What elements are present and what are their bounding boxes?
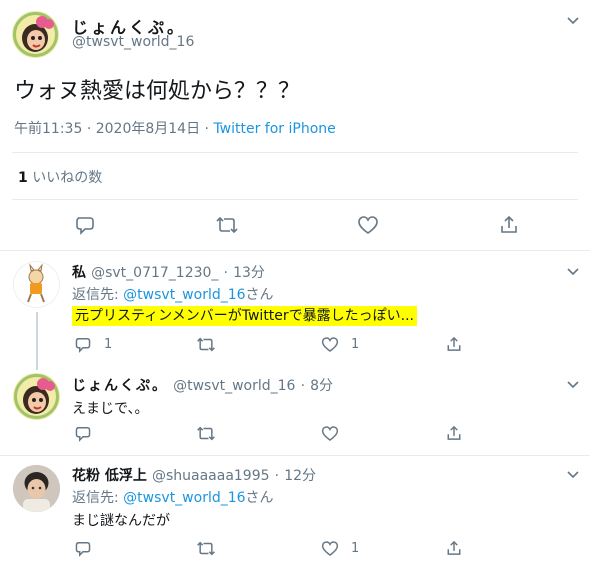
- share-icon[interactable]: [445, 539, 463, 557]
- replying-to-label: 返信先:: [72, 490, 119, 506]
- replying-to: 返信先: @twsvt_world_16さん: [72, 284, 274, 304]
- share-icon[interactable]: [498, 214, 520, 235]
- reply-text: えまじで、。: [72, 401, 149, 417]
- likes-stat[interactable]: 1 いいねの数: [18, 167, 102, 187]
- highlighted-text: 元プリスティンメンバーがTwitterで暴露したっぽい...: [72, 306, 418, 326]
- reply-text: まじ謎なんだが: [72, 513, 170, 529]
- divider: [0, 455, 590, 456]
- reply-time[interactable]: 12分: [284, 468, 316, 484]
- avatar-image: [12, 11, 59, 58]
- replying-to-handle[interactable]: @twsvt_world_16: [123, 490, 245, 506]
- chevron-down-icon[interactable]: [566, 264, 580, 278]
- retweet-icon[interactable]: [196, 336, 216, 353]
- user-handle[interactable]: @svt_0717_1230_: [91, 265, 218, 281]
- divider: [12, 199, 578, 200]
- divider: [0, 250, 590, 251]
- tweet-time[interactable]: 午前11:35: [14, 121, 82, 137]
- meta-separator: ·: [223, 265, 228, 281]
- reply-time[interactable]: 13分: [233, 265, 265, 281]
- reply-text: 元プリスティンメンバーがTwitterで暴露したっぽい...: [72, 305, 418, 326]
- thread-line: [36, 312, 38, 370]
- replying-to-suffix: さん: [245, 287, 274, 303]
- reply-count: 1: [104, 337, 113, 352]
- user-handle[interactable]: @shuaaaaa1995: [152, 468, 270, 484]
- avatar[interactable]: [13, 465, 60, 512]
- avatar[interactable]: [13, 261, 60, 308]
- replying-to-suffix: さん: [245, 490, 274, 506]
- meta-separator: ·: [274, 468, 280, 484]
- display-name[interactable]: じょんくぷ。: [72, 378, 168, 394]
- reply-icon[interactable]: [74, 215, 96, 235]
- like-icon[interactable]: 1: [321, 336, 359, 353]
- like-icon[interactable]: 1: [321, 540, 359, 557]
- chevron-down-icon[interactable]: [566, 13, 580, 27]
- reply-header: 私 @svt_0717_1230_ · 13分: [72, 262, 265, 282]
- user-handle[interactable]: @twsvt_world_16: [173, 378, 295, 394]
- retweet-icon[interactable]: [196, 425, 216, 442]
- divider: [12, 152, 578, 153]
- likes-count: 1: [18, 170, 28, 186]
- meta-separator: ·: [86, 121, 92, 137]
- reply-icon[interactable]: [74, 540, 92, 557]
- avatar-image: [13, 465, 60, 512]
- reply-header: 花粉 低浮上 @shuaaaaa1995 · 12分: [72, 465, 316, 485]
- tweet-meta: 午前11:35 · 2020年8月14日 · Twitter for iPhon…: [14, 118, 336, 138]
- share-icon[interactable]: [445, 335, 463, 353]
- like-icon[interactable]: [357, 215, 379, 235]
- display-name[interactable]: 花粉 低浮上: [72, 468, 147, 484]
- tweet-source[interactable]: Twitter for iPhone: [213, 121, 335, 137]
- chevron-down-icon[interactable]: [566, 377, 580, 391]
- likes-label: いいねの数: [32, 170, 103, 186]
- avatar-image: [13, 373, 60, 420]
- like-count: 1: [351, 541, 360, 556]
- share-icon[interactable]: [445, 424, 463, 442]
- replying-to-label: 返信先:: [72, 287, 119, 303]
- replying-to: 返信先: @twsvt_world_16さん: [72, 487, 274, 507]
- display-name[interactable]: 私: [72, 265, 86, 281]
- reply-time[interactable]: 8分: [310, 378, 333, 394]
- like-icon[interactable]: [321, 425, 339, 442]
- reply-header: じょんくぷ。 @twsvt_world_16 · 8分: [72, 375, 333, 395]
- replying-to-handle[interactable]: @twsvt_world_16: [123, 287, 245, 303]
- avatar[interactable]: [12, 11, 59, 58]
- tweet-text: ウォヌ熱愛は何処から？？？: [14, 79, 301, 104]
- avatar[interactable]: [13, 373, 60, 420]
- chevron-down-icon[interactable]: [566, 467, 580, 481]
- retweet-icon[interactable]: [215, 215, 239, 235]
- tweet-date[interactable]: 2020年8月14日: [96, 121, 200, 137]
- like-count: 1: [351, 337, 360, 352]
- meta-separator: ·: [300, 378, 306, 394]
- meta-separator: ·: [204, 121, 209, 137]
- reply-icon[interactable]: 1: [74, 336, 112, 353]
- reply-icon[interactable]: [74, 425, 92, 442]
- retweet-icon[interactable]: [196, 540, 216, 557]
- avatar-image: [13, 261, 60, 308]
- user-handle[interactable]: @twsvt_world_16: [72, 34, 194, 50]
